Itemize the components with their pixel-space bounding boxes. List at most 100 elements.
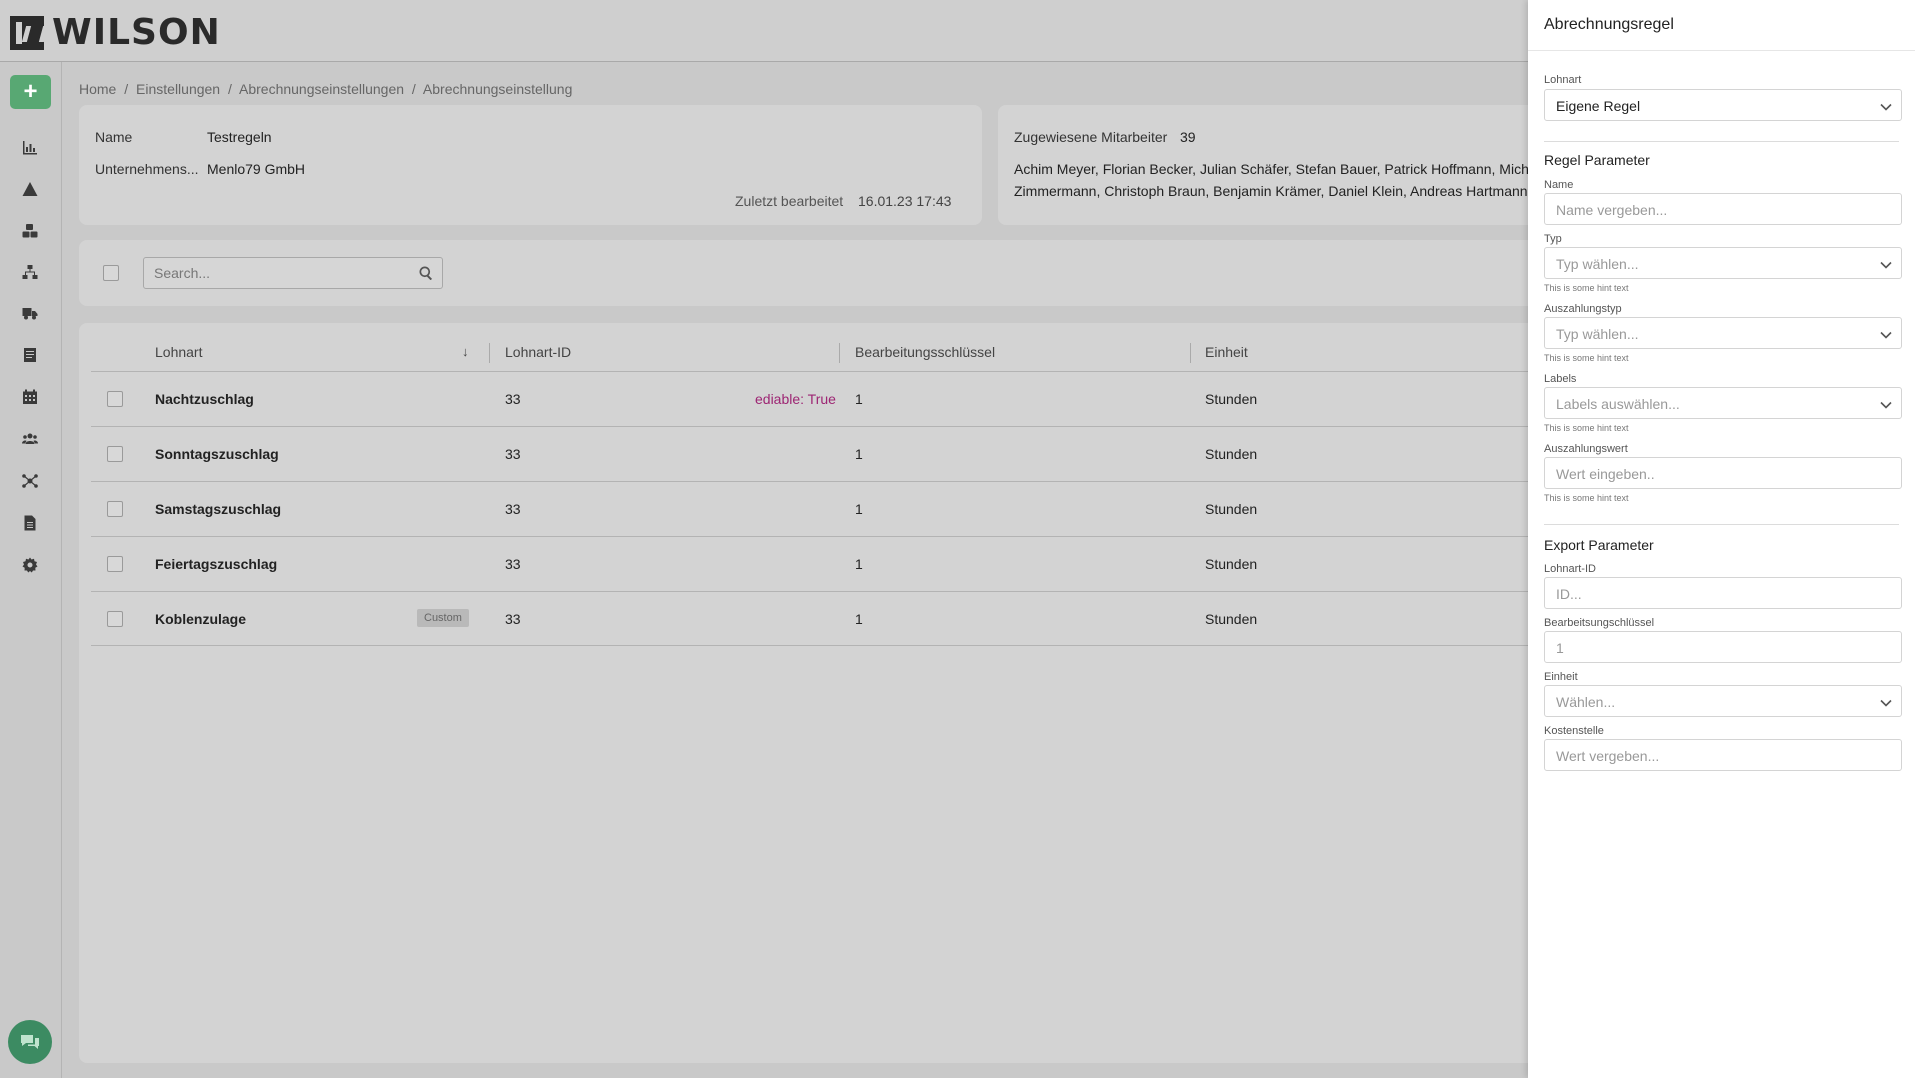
typ-label: Typ <box>1544 233 1562 245</box>
export-parameter-title: Export Parameter <box>1544 537 1654 553</box>
auszahlungstyp-label: Auszahlungstyp <box>1544 303 1622 315</box>
lohnart-table: Lohnart ↓ Lohnart-ID Bearbeitungsschlüss… <box>79 323 1539 1063</box>
typ-select[interactable]: Typ wählen... <box>1544 247 1902 279</box>
lohnart-id: 33 <box>505 501 521 517</box>
bearbeitungsschluessel-field[interactable]: 1 <box>1544 631 1902 663</box>
sitemap-icon[interactable] <box>19 261 41 283</box>
column-header-lohnart-id[interactable]: Lohnart-ID <box>505 344 571 360</box>
labels-placeholder: Labels auswählen... <box>1556 396 1680 412</box>
name-field-placeholder: Name vergeben... <box>1556 202 1668 218</box>
chevron-down-icon <box>1880 696 1892 707</box>
lohnart-id-label: Lohnart-ID <box>1544 563 1596 575</box>
chevron-down-icon <box>1880 398 1892 409</box>
users-icon[interactable] <box>19 428 41 450</box>
document-list-icon[interactable] <box>19 344 41 366</box>
wilson-logo[interactable]: WILSON <box>10 12 221 53</box>
gear-icon[interactable] <box>19 554 41 576</box>
search-icon[interactable] <box>419 266 433 281</box>
analytics-icon[interactable] <box>19 136 41 158</box>
kostenstelle-placeholder: Wert vergeben... <box>1556 748 1660 764</box>
einheit: Stunden <box>1205 611 1258 627</box>
column-header-lohnart[interactable]: Lohnart <box>155 344 202 360</box>
calendar-icon[interactable] <box>19 386 41 408</box>
table-row[interactable]: Nachtzuschlag 33 ediable: True 1 Stunden <box>91 371 1531 426</box>
last-edited-value: 16.01.23 17:43 <box>858 193 952 209</box>
labels-label: Labels <box>1544 373 1577 385</box>
auszahlungstyp-placeholder: Typ wählen... <box>1556 326 1639 342</box>
einheit-select[interactable]: Wählen... <box>1544 685 1902 717</box>
auszahlungstyp-hint: This is some hint text <box>1544 353 1629 363</box>
breadcrumb-home[interactable]: Home <box>79 81 116 97</box>
warning-icon[interactable] <box>19 178 41 200</box>
typ-hint: This is some hint text <box>1544 283 1629 293</box>
breadcrumb-separator: / <box>411 81 416 97</box>
name-field-label: Name <box>1544 179 1574 191</box>
breadcrumb-separator: / <box>124 81 129 97</box>
filter-bar <box>79 240 1539 306</box>
name-label: Name <box>95 129 133 145</box>
editable-tag: ediable: True <box>755 391 836 407</box>
row-checkbox[interactable] <box>107 391 123 407</box>
row-checkbox[interactable] <box>107 446 123 462</box>
wilson-logo-icon <box>10 15 44 50</box>
labels-select[interactable]: Labels auswählen... <box>1544 387 1902 419</box>
employee-names-line: Zimmermann, Christoph Braun, Benjamin Kr… <box>1014 183 1545 199</box>
chevron-down-icon <box>1880 258 1892 269</box>
lohnart-name: Sonntagszuschlag <box>155 446 279 462</box>
chat-button[interactable] <box>8 1020 52 1064</box>
file-icon[interactable] <box>19 512 41 534</box>
panel-title: Abrechnungsregel <box>1544 16 1674 33</box>
lohnart-id-field[interactable]: ID... <box>1544 577 1902 609</box>
breadcrumb-einstellungen[interactable]: Einstellungen <box>136 81 220 97</box>
bearbeitungsschluessel: 1 <box>855 611 863 627</box>
assigned-employees-card: Zugewiesene Mitarbeiter 39 Achim Meyer, … <box>998 105 1598 225</box>
name-value: Testregeln <box>207 129 272 145</box>
custom-badge: Custom <box>417 609 469 627</box>
row-checkbox[interactable] <box>107 611 123 627</box>
column-separator <box>1190 343 1191 363</box>
lohnart-select-value: Eigene Regel <box>1556 98 1641 114</box>
column-header-einheit[interactable]: Einheit <box>1205 344 1248 360</box>
table-row[interactable]: Koblenzulage Custom 33 1 Stunden <box>91 591 1531 646</box>
network-icon[interactable] <box>19 470 41 492</box>
cubes-icon[interactable] <box>19 220 41 242</box>
bearbeitungsschluessel-placeholder: 1 <box>1556 640 1564 656</box>
auszahlungswert-label: Auszahlungswert <box>1544 443 1628 455</box>
einheit-label: Einheit <box>1544 671 1578 683</box>
column-header-bearbeitungsschluessel[interactable]: Bearbeitungsschlüssel <box>855 344 995 360</box>
typ-placeholder: Typ wählen... <box>1556 256 1639 272</box>
logo-text: WILSON <box>52 12 221 53</box>
breadcrumb-separator: / <box>227 81 232 97</box>
row-checkbox[interactable] <box>107 501 123 517</box>
bearbeitungsschluessel: 1 <box>855 446 863 462</box>
regel-parameter-title: Regel Parameter <box>1544 152 1650 168</box>
bearbeitungsschluessel: 1 <box>855 556 863 572</box>
breadcrumb: Home / Einstellungen / Abrechnungseinste… <box>79 81 576 97</box>
sidebar: + <box>0 62 62 1078</box>
select-all-checkbox[interactable] <box>103 265 119 281</box>
lohnart-id: 33 <box>505 611 521 627</box>
search-input[interactable] <box>144 258 404 288</box>
einheit: Stunden <box>1205 556 1258 572</box>
top-bar: WILSON <box>0 0 1528 62</box>
sort-down-icon[interactable]: ↓ <box>462 344 469 359</box>
name-field[interactable]: Name vergeben... <box>1544 193 1902 225</box>
divider <box>1528 50 1915 51</box>
column-separator <box>489 343 490 363</box>
auszahlungswert-hint: This is some hint text <box>1544 493 1629 503</box>
lohnart-select[interactable]: Eigene Regel <box>1544 89 1902 121</box>
table-row[interactable]: Sonntagszuschlag 33 1 Stunden <box>91 426 1531 481</box>
auszahlungswert-field[interactable]: Wert eingeben.. <box>1544 457 1902 489</box>
divider <box>1544 141 1899 142</box>
kostenstelle-field[interactable]: Wert vergeben... <box>1544 739 1902 771</box>
row-checkbox[interactable] <box>107 556 123 572</box>
auszahlungstyp-select[interactable]: Typ wählen... <box>1544 317 1902 349</box>
truck-icon[interactable] <box>19 302 41 324</box>
table-row[interactable]: Feiertagszuschlag 33 1 Stunden <box>91 536 1531 591</box>
add-button[interactable]: + <box>10 75 51 109</box>
chevron-down-icon <box>1880 328 1892 339</box>
breadcrumb-abrechnungseinstellungen[interactable]: Abrechnungseinstellungen <box>239 81 404 97</box>
lohnart-id: 33 <box>505 556 521 572</box>
table-row[interactable]: Samstagszuschlag 33 1 Stunden <box>91 481 1531 536</box>
bearbeitungsschluessel: 1 <box>855 391 863 407</box>
